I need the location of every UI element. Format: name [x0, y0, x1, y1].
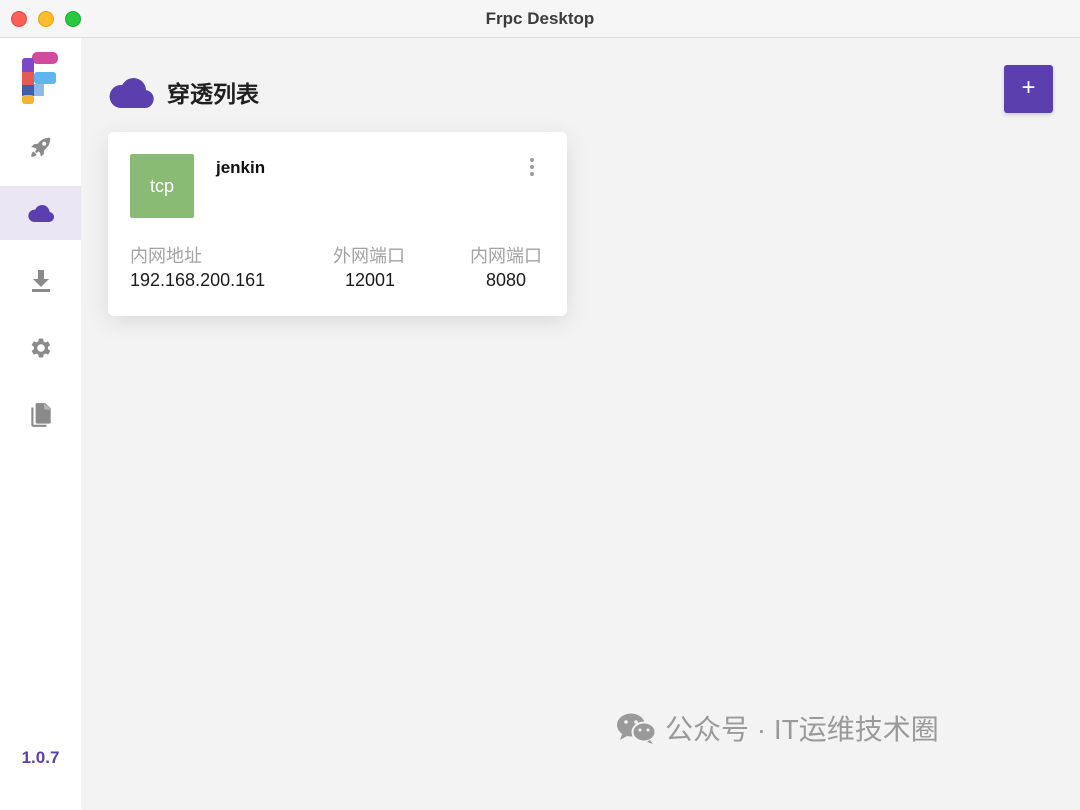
local-address-label: 内网地址	[130, 246, 202, 266]
local-port-label: 内网端口	[470, 246, 542, 266]
proxy-type-badge: tcp	[130, 154, 194, 218]
download-icon	[31, 270, 50, 292]
more-options-button[interactable]	[522, 156, 542, 178]
page-title: 穿透列表	[167, 81, 259, 107]
more-dot-icon	[530, 165, 534, 169]
wechat-icon	[617, 713, 657, 744]
proxy-name: jenkin	[216, 158, 266, 177]
cloud-icon	[27, 205, 54, 223]
proxy-card: tcp jenkin 内网地址 192.168.200.161 外网端口 120…	[108, 132, 567, 316]
sidebar: 1.0.7	[0, 38, 81, 810]
more-dot-icon	[530, 158, 534, 162]
main-content: 穿透列表 + tcp jenkin 内网地址 192.168.200.161 外…	[81, 38, 1080, 810]
watermark: 公众号 · IT运维技术圈	[615, 708, 939, 748]
rocket-icon	[30, 137, 50, 157]
window-title: Frpc Desktop	[485, 9, 595, 28]
documents-icon	[30, 403, 51, 427]
gear-icon	[31, 338, 50, 358]
remote-port-value: 12001	[345, 270, 396, 290]
app-logo-icon	[22, 52, 58, 104]
app-window: Frpc Desktop 1.0.7 穿透列表 + tcp jenkin 内网地…	[0, 0, 1080, 810]
app-version: 1.0.7	[21, 748, 60, 767]
more-dot-icon	[530, 172, 534, 176]
sidebar-item-logs[interactable]	[0, 388, 81, 442]
local-address-value: 192.168.200.161	[130, 270, 266, 290]
sidebar-item-proxies[interactable]	[0, 186, 81, 240]
watermark-text: 公众号 · IT运维技术圈	[665, 714, 939, 745]
title-bar: Frpc Desktop	[0, 0, 1080, 38]
local-port-value: 8080	[486, 270, 527, 290]
cloud-icon	[109, 78, 154, 108]
page-header: 穿透列表	[109, 72, 259, 112]
sidebar-item-settings[interactable]	[0, 321, 81, 375]
add-proxy-button[interactable]: +	[1004, 65, 1053, 113]
remote-port-label: 外网端口	[333, 246, 405, 266]
sidebar-item-download[interactable]	[0, 254, 81, 308]
sidebar-item-rocket[interactable]	[0, 120, 81, 174]
